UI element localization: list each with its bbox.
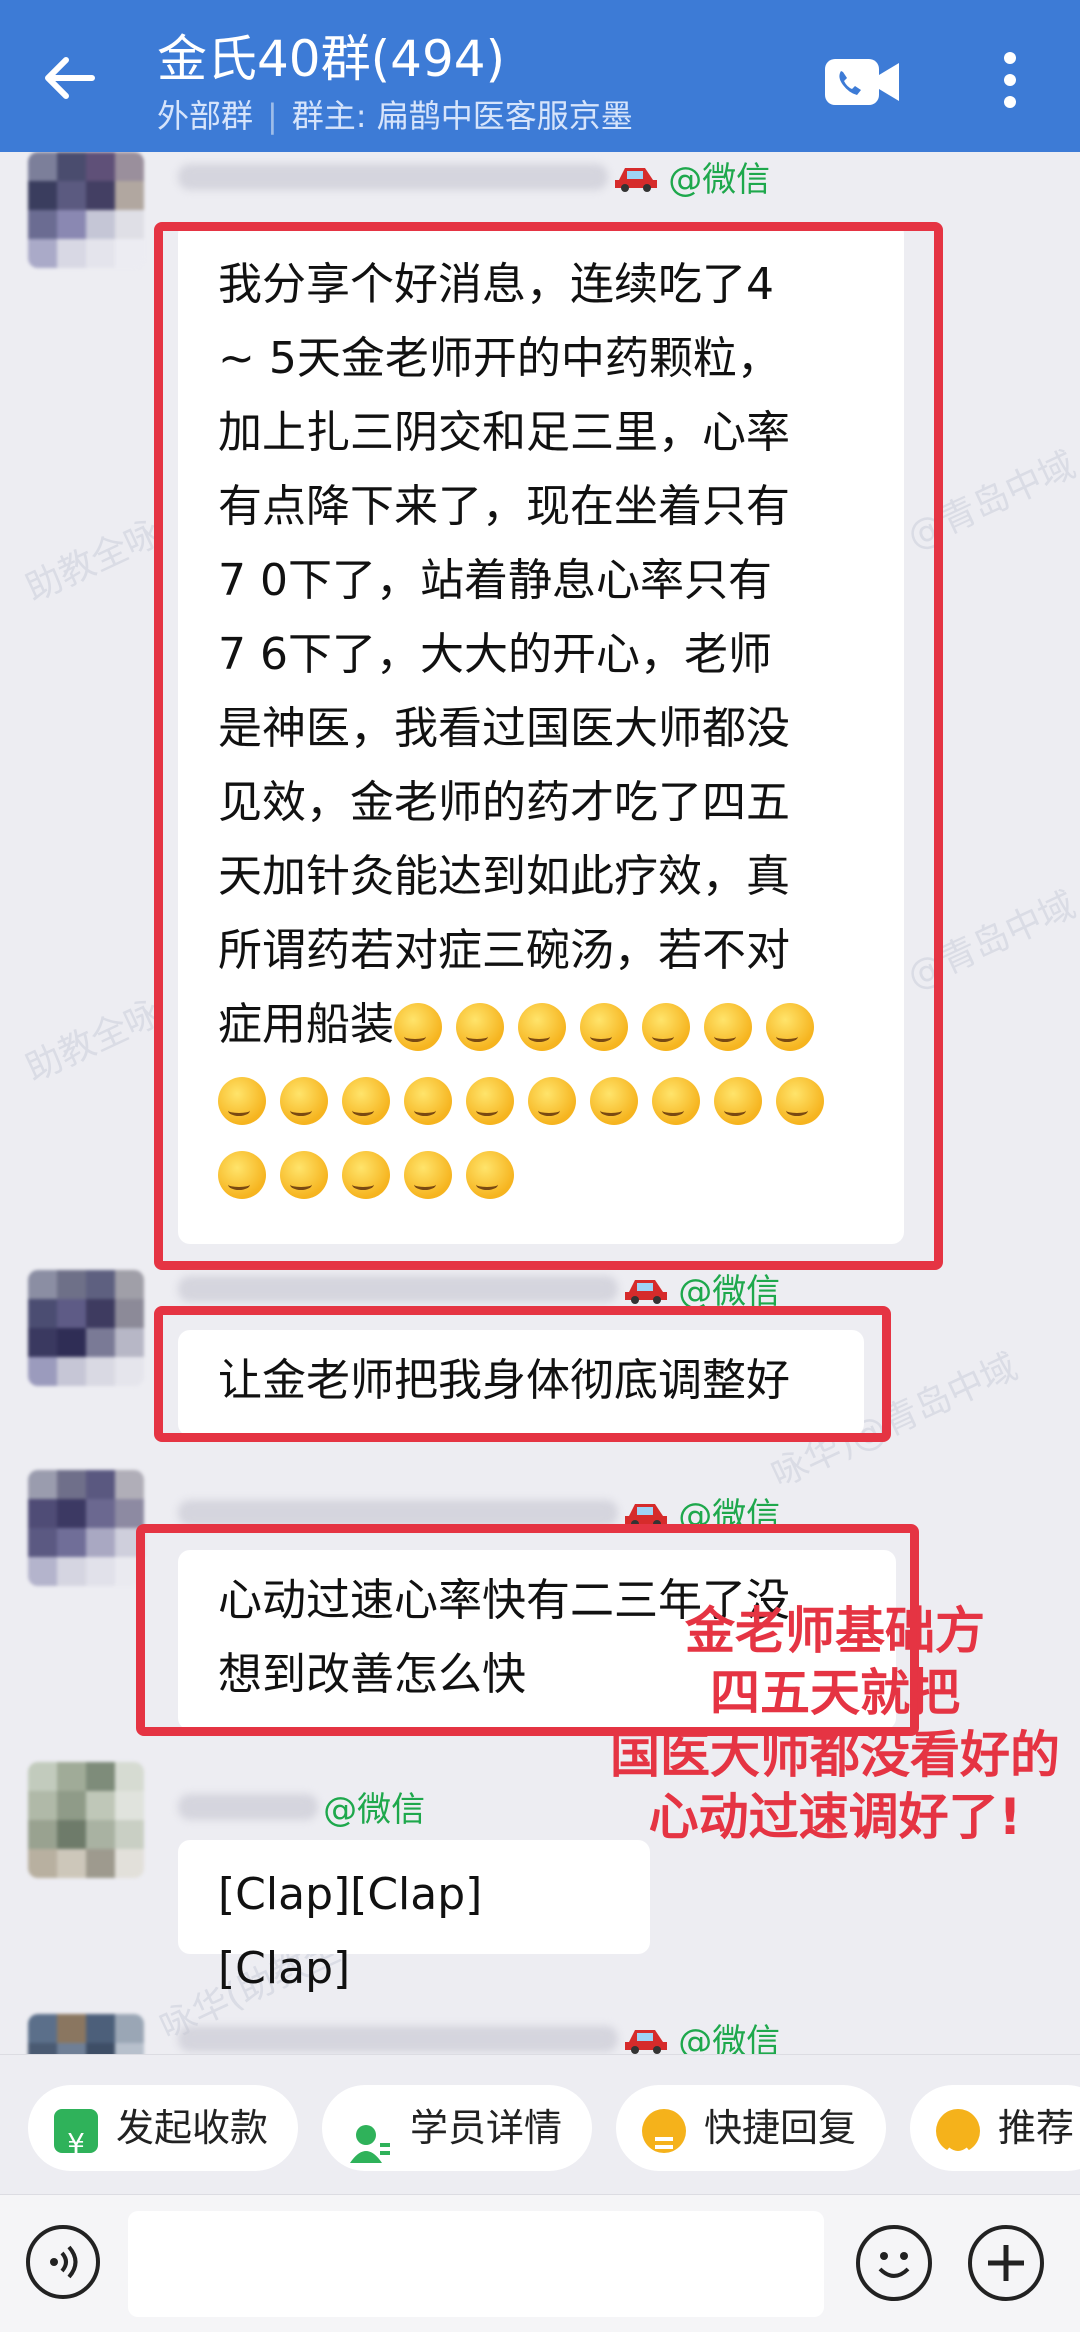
- avatar[interactable]: [28, 152, 144, 268]
- watermark: 助教全咏: [19, 992, 168, 1091]
- group-subtitle: 外部群 | 群主: 扁鹊中医客服京墨: [157, 96, 633, 136]
- avatar[interactable]: [28, 1270, 144, 1386]
- group-owner-label: 群主: 扁鹊中医客服京墨: [291, 97, 633, 135]
- quick-reply-icon: [642, 2108, 686, 2153]
- recommend-icon: [936, 2108, 980, 2155]
- annotation-line: 四五天就把: [710, 1664, 960, 1722]
- watermark: 助教全咏: [19, 512, 168, 611]
- payment-icon: ¥: [54, 2108, 98, 2160]
- recommend-label: 推荐: [998, 2106, 1075, 2150]
- blurred-name: [178, 163, 608, 190]
- quick-reply-button[interactable]: 快捷回复: [616, 2085, 887, 2171]
- quick-action-bar: ¥ 发起收款 学员详情 快捷回复 推荐: [0, 2054, 1080, 2195]
- quick-reply-label: 快捷回复: [704, 2106, 857, 2150]
- red-annotation: 金老师基础方 四五天就把 国医大师都没看好的 心动过速调好了!: [590, 1600, 1080, 1848]
- sender-name: @微信: [178, 152, 770, 200]
- student-icon: [348, 2109, 392, 2163]
- car-icon: [623, 1274, 669, 1304]
- avatar[interactable]: [28, 1762, 144, 1878]
- blurred-name: [178, 1793, 318, 1820]
- add-attachment-icon[interactable]: [968, 2225, 1044, 2301]
- svg-text:¥: ¥: [67, 2127, 85, 2160]
- start-payment-button[interactable]: ¥ 发起收款: [28, 2085, 299, 2171]
- annotation-line: 国医大师都没看好的: [610, 1726, 1060, 1784]
- emoji-picker-icon[interactable]: [856, 2225, 932, 2301]
- avatar[interactable]: [28, 2014, 144, 2054]
- back-arrow-icon[interactable]: [40, 48, 100, 108]
- wechat-tag: @微信: [678, 2022, 781, 2054]
- highlight-box: [154, 1306, 891, 1442]
- car-icon: [623, 2024, 669, 2054]
- sender-name: @微信: [178, 1264, 780, 1312]
- input-bar: [0, 2194, 1080, 2332]
- blurred-name: [178, 1499, 618, 1526]
- highlight-box: [154, 222, 943, 1270]
- blurred-name: [178, 1275, 618, 1302]
- annotation-line: 金老师基础方: [685, 1602, 985, 1660]
- start-payment-label: 发起收款: [116, 2106, 269, 2150]
- student-details-button[interactable]: 学员详情: [322, 2085, 593, 2171]
- more-options-icon[interactable]: [990, 48, 1030, 112]
- group-type-label: 外部群: [157, 97, 254, 135]
- sender-name: @微信: [178, 2014, 780, 2054]
- sender-name: @微信: [178, 1488, 780, 1536]
- message-input[interactable]: [128, 2211, 824, 2317]
- sender-name: @微信: [178, 1782, 425, 1830]
- car-icon: [613, 162, 659, 192]
- message-line: [Clap][Clap][Clap]: [218, 1869, 483, 1994]
- recommend-button[interactable]: 推荐: [910, 2085, 1080, 2171]
- subtitle-divider: |: [267, 97, 278, 135]
- message-bubble[interactable]: [Clap][Clap][Clap]: [178, 1840, 650, 1994]
- wechat-tag: @微信: [323, 1790, 426, 1830]
- chat-header: 金氏40群(494) 外部群 | 群主: 扁鹊中医客服京墨: [0, 0, 1080, 152]
- annotation-line: 心动过速调好了!: [648, 1788, 1022, 1846]
- blurred-name: [178, 2025, 618, 2052]
- wechat-tag: @微信: [668, 160, 771, 200]
- group-title: 金氏40群(494): [157, 30, 506, 88]
- student-details-label: 学员详情: [410, 2106, 563, 2150]
- video-call-icon[interactable]: [823, 55, 901, 109]
- voice-input-icon[interactable]: [26, 2225, 100, 2299]
- car-icon: [623, 1498, 669, 1528]
- avatar[interactable]: [28, 1470, 144, 1586]
